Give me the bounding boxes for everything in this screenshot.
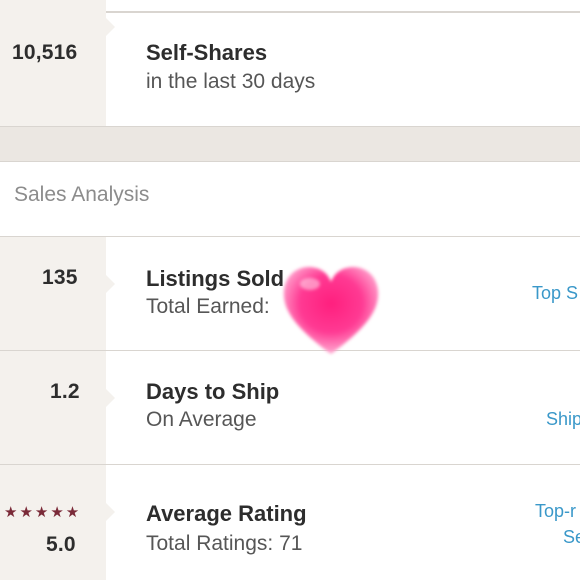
average-rating-subtitle: Total Ratings: 71 (146, 532, 303, 555)
self-shares-row: 10,516 Self-Shares in the last 30 days (0, 0, 580, 127)
self-shares-title: Self-Shares (146, 40, 268, 65)
self-shares-value: 10,516 (12, 41, 78, 64)
top-rated-link-line2[interactable]: Se (563, 527, 580, 548)
shipping-link[interactable]: Ship (546, 409, 580, 430)
top-sellers-link[interactable]: Top S (532, 283, 578, 304)
days-to-ship-row[interactable]: 1.2 Days to Ship On Average Ship (0, 351, 580, 465)
days-to-ship-value-cell (0, 351, 115, 464)
section-divider (0, 126, 580, 162)
days-to-ship-value: 1.2 (50, 380, 80, 403)
average-rating-row[interactable]: ★★★★★ 5.0 Average Rating Total Ratings: … (0, 465, 580, 580)
seller-stats-page: 10,516 Self-Shares in the last 30 days S… (0, 0, 580, 580)
average-rating-value: 5.0 (46, 533, 76, 556)
top-rated-link[interactable]: Top-r (535, 501, 576, 522)
listings-sold-value-cell (0, 237, 115, 350)
heart-icon (283, 266, 379, 354)
self-shares-top-border (106, 11, 580, 13)
sales-analysis-header: Sales Analysis (0, 162, 580, 237)
listings-sold-subtitle: Total Earned: (146, 295, 270, 318)
self-shares-subtitle: in the last 30 days (146, 70, 316, 93)
days-to-ship-title: Days to Ship (146, 379, 280, 404)
section-title: Sales Analysis (14, 183, 150, 206)
star-rating-icon: ★★★★★ (4, 504, 82, 521)
listings-sold-title: Listings Sold (146, 266, 285, 291)
days-to-ship-subtitle: On Average (146, 408, 257, 431)
average-rating-value-cell (0, 465, 115, 580)
listings-sold-value: 135 (42, 266, 78, 289)
average-rating-title: Average Rating (146, 501, 307, 526)
